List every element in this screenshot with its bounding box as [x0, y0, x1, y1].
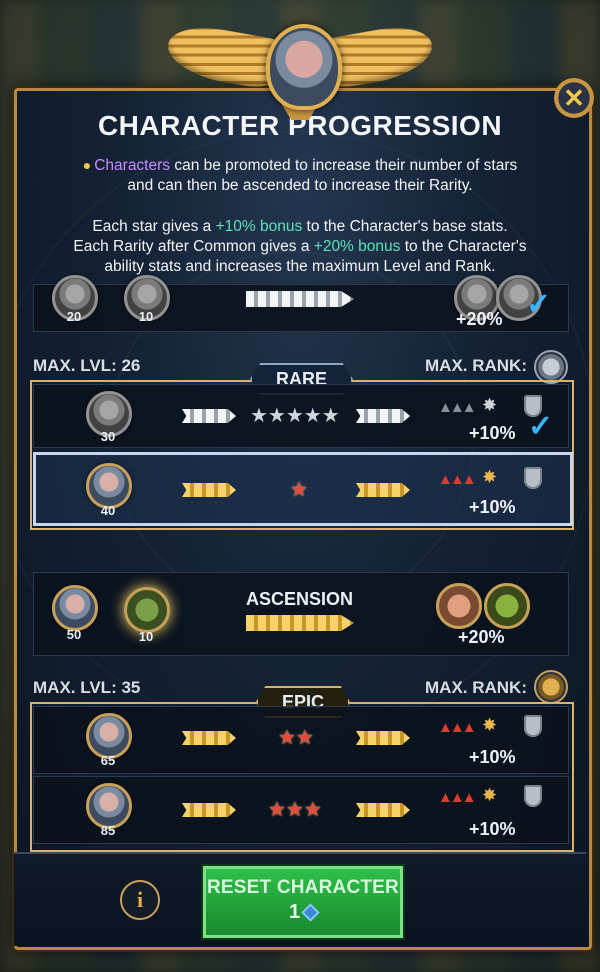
ascension-material-icon: [124, 587, 170, 633]
burst-icon: ✸: [482, 467, 498, 487]
intro-line-3: Each star gives a +10% bonus to the Char…: [24, 217, 576, 236]
ascension-label: ASCENSION: [246, 589, 354, 609]
bonus-value: +10%: [469, 747, 516, 767]
left-wing-icon: [168, 20, 280, 92]
character-avatar: [52, 585, 98, 631]
arrow-icon: [182, 409, 236, 423]
ascension-arrow-icon: [246, 615, 354, 631]
close-button[interactable]: ✕: [554, 78, 594, 118]
intro-text: to the Character's: [400, 238, 527, 255]
reset-cost-value: 1: [288, 901, 301, 923]
epic-row-1: 65 ★★ ▲▲▲ ✸ +10%: [33, 706, 569, 774]
arrow-icon: [356, 803, 410, 817]
bonus-value: +20%: [458, 627, 505, 647]
arrow-icon: [182, 803, 236, 817]
reset-label: RESET CHARACTER: [207, 877, 399, 898]
bonus-value: +10%: [469, 819, 516, 839]
intro-text: can be promoted to increase their number…: [170, 157, 518, 174]
arrow-icon: [356, 731, 410, 745]
blood-drops-icon: ▲▲▲: [438, 719, 477, 736]
game-screen: ✕ CHARACTER PROGRESSION ● Characters can …: [0, 0, 600, 972]
character-portrait: [266, 24, 342, 110]
blood-drops-icon: ▲▲▲: [438, 789, 477, 806]
avatar-number: 20: [66, 309, 82, 324]
avatar-number: 30: [100, 429, 116, 444]
intro-line-5: ability stats and increases the maximum …: [104, 258, 496, 275]
intro-text: Each Rarity after Common gives a: [73, 238, 314, 255]
intro-text: Each star gives a: [92, 218, 216, 235]
checkmark-icon: ✓: [526, 288, 552, 321]
rare-row-1: 30 ★★★★★ ▲▲▲ ✸ +10% ✓: [33, 384, 569, 448]
arm-reward-icon: [436, 583, 482, 629]
blood-drops-icon: ▲▲▲: [438, 471, 477, 488]
arrow-icon: [182, 731, 236, 745]
max-rank-label: MAX. RANK:: [425, 356, 527, 375]
avatar-number: 65: [100, 753, 116, 768]
rank-badge-icon: [534, 670, 568, 704]
ascension-row: 50 10 ASCENSION +20%: [33, 572, 569, 656]
avatar-number: 50: [66, 627, 82, 642]
max-level-label: MAX. LVL: 35: [33, 678, 141, 697]
star-rating: ★: [290, 479, 308, 501]
bonus-value: +10%: [469, 423, 516, 443]
character-emblem: [168, 20, 432, 122]
bonus-highlight: +20% bonus: [313, 238, 401, 255]
intro-line-4: Each Rarity after Common gives a +20% bo…: [24, 237, 576, 256]
burst-icon: ✸: [482, 785, 498, 805]
star-rating: ★★★★★: [250, 405, 340, 427]
epic-row-2: 85 ★★★ ▲▲▲ ✸ +10%: [33, 776, 569, 844]
item-number: 10: [138, 629, 154, 644]
reset-character-button[interactable]: RESET CHARACTER 1: [203, 866, 403, 938]
burst-icon: ✸: [482, 715, 498, 735]
reset-cost: 1: [206, 901, 400, 924]
cube-currency-icon: [301, 903, 320, 922]
bonus-highlight: +10% bonus: [215, 218, 303, 235]
characters-highlight: Characters: [94, 157, 171, 174]
avatar-number: 85: [100, 823, 116, 838]
bonus-value: +10%: [469, 497, 516, 517]
shield-icon: [524, 715, 542, 737]
arrow-icon: [182, 483, 236, 497]
max-rank-label: MAX. RANK:: [425, 678, 527, 697]
rare-row-2[interactable]: 40 ★ ▲▲▲ ✸ +10%: [33, 452, 573, 526]
avatar-number: 40: [100, 503, 116, 518]
bonus-value: +20%: [456, 309, 503, 329]
star-rating: ★★: [278, 727, 314, 749]
shield-icon: [524, 467, 542, 489]
lightbulb-icon: ●: [82, 157, 92, 173]
info-button[interactable]: i: [120, 880, 160, 920]
grenade-reward-icon: [484, 583, 530, 629]
item-number: 10: [138, 309, 154, 324]
arrow-icon: [356, 409, 410, 423]
max-level-label: MAX. LVL: 26: [33, 356, 141, 375]
ascension-arrow-icon: [246, 291, 354, 307]
rank-badge-icon: [534, 350, 568, 384]
shield-icon: [524, 785, 542, 807]
arrow-icon: [356, 483, 410, 497]
burst-icon: ✸: [482, 395, 498, 415]
blood-drops-icon: ▲▲▲: [438, 399, 477, 416]
intro-text: to the Character's base stats.: [302, 218, 508, 235]
checkmark-icon: ✓: [528, 410, 554, 443]
intro-line-1: ● Characters can be promoted to increase …: [24, 156, 576, 175]
star-rating: ★★★: [268, 799, 322, 821]
intro-line-2: and can then be ascended to increase the…: [127, 177, 473, 194]
progression-row-top: 20 10 +20% ✓: [33, 275, 569, 332]
